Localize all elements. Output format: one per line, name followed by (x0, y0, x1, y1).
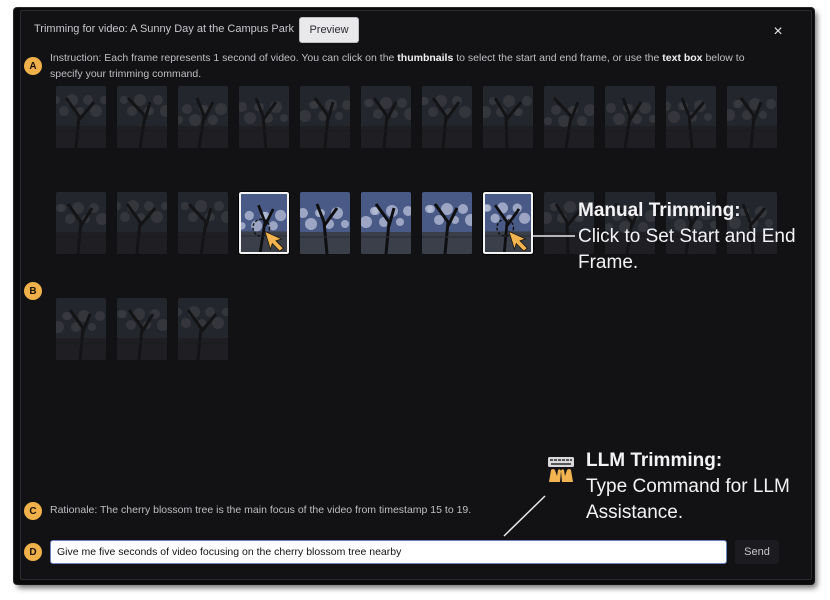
frame-thumbnail[interactable] (422, 86, 472, 148)
instruction-bold-textbox: text box (662, 52, 703, 64)
frame-thumbnail[interactable] (178, 192, 228, 254)
frame-thumbnail[interactable] (422, 192, 472, 254)
manual-trimming-desc: Click to Set Start and End Frame. (578, 226, 796, 273)
close-icon[interactable]: × (770, 24, 786, 40)
frame-image (361, 192, 411, 254)
frame-image (56, 192, 106, 254)
instruction-prefix: Instruction: Each frame represents 1 sec… (50, 52, 398, 64)
frame-image (117, 86, 167, 148)
badge-c: C (24, 502, 42, 520)
frame-thumbnail[interactable] (605, 86, 655, 148)
frame-image (56, 86, 106, 148)
llm-trimming-title: LLM Trimming: (586, 450, 723, 471)
frame-thumbnail[interactable] (666, 86, 716, 148)
frame-image (544, 86, 594, 148)
frame-thumbnail[interactable] (117, 86, 167, 148)
frame-thumbnail[interactable] (361, 86, 411, 148)
frame-thumbnail[interactable] (239, 86, 289, 148)
badge-b: B (24, 282, 42, 300)
instruction-middle: to select the start and end frame, or us… (453, 52, 663, 64)
frame-image (300, 192, 350, 254)
frame-image (300, 86, 350, 148)
frame-thumbnail[interactable] (544, 86, 594, 148)
dialog-title: Trimming for video: A Sunny Day at the C… (34, 23, 295, 35)
frame-thumbnail[interactable] (483, 86, 533, 148)
frame-thumbnail-start[interactable] (238, 191, 290, 255)
frame-image (605, 86, 655, 148)
frame-thumbnail[interactable] (117, 192, 167, 254)
preview-button[interactable]: Preview (299, 17, 359, 43)
frame-thumbnail[interactable] (178, 298, 228, 360)
frame-image (485, 194, 531, 252)
frame-image (56, 298, 106, 360)
keyboard-hands-icon (548, 457, 574, 482)
frame-thumbnail[interactable] (178, 86, 228, 148)
frame-image (117, 192, 167, 254)
frame-image (178, 192, 228, 254)
frame-image (727, 86, 777, 148)
frame-thumbnail-end[interactable] (482, 191, 534, 255)
frame-thumbnail[interactable] (300, 192, 350, 254)
frame-image (483, 86, 533, 148)
manual-trimming-title: Manual Trimming: (578, 200, 741, 221)
frame-image (666, 86, 716, 148)
frame-image (117, 298, 167, 360)
frame-image (241, 194, 287, 252)
frame-thumbnail[interactable] (56, 86, 106, 148)
frame-image (178, 86, 228, 148)
frame-image (422, 86, 472, 148)
manual-trimming-annotation: Manual Trimming: Click to Set Start and … (578, 198, 798, 276)
badge-d: D (24, 543, 42, 561)
frame-thumbnail[interactable] (300, 86, 350, 148)
command-input[interactable] (50, 540, 727, 564)
frame-thumbnail[interactable] (727, 86, 777, 148)
frame-image (422, 192, 472, 254)
frame-thumbnail[interactable] (56, 298, 106, 360)
frame-thumbnail[interactable] (361, 192, 411, 254)
instruction-bold-thumbnails: thumbnails (397, 52, 454, 64)
frame-image (178, 298, 228, 360)
frame-thumbnail[interactable] (117, 298, 167, 360)
frame-thumbnail[interactable] (56, 192, 106, 254)
llm-trimming-annotation: LLM Trimming: Type Command for LLM Assis… (586, 448, 806, 526)
frame-image (361, 86, 411, 148)
rationale-text: Rationale: The cherry blossom tree is th… (50, 504, 472, 516)
llm-trimming-desc: Type Command for LLM Assistance. (586, 476, 790, 523)
badge-a: A (24, 57, 42, 75)
instruction-text: Instruction: Each frame represents 1 sec… (50, 50, 780, 82)
frame-image (239, 86, 289, 148)
send-button[interactable]: Send (735, 540, 779, 564)
